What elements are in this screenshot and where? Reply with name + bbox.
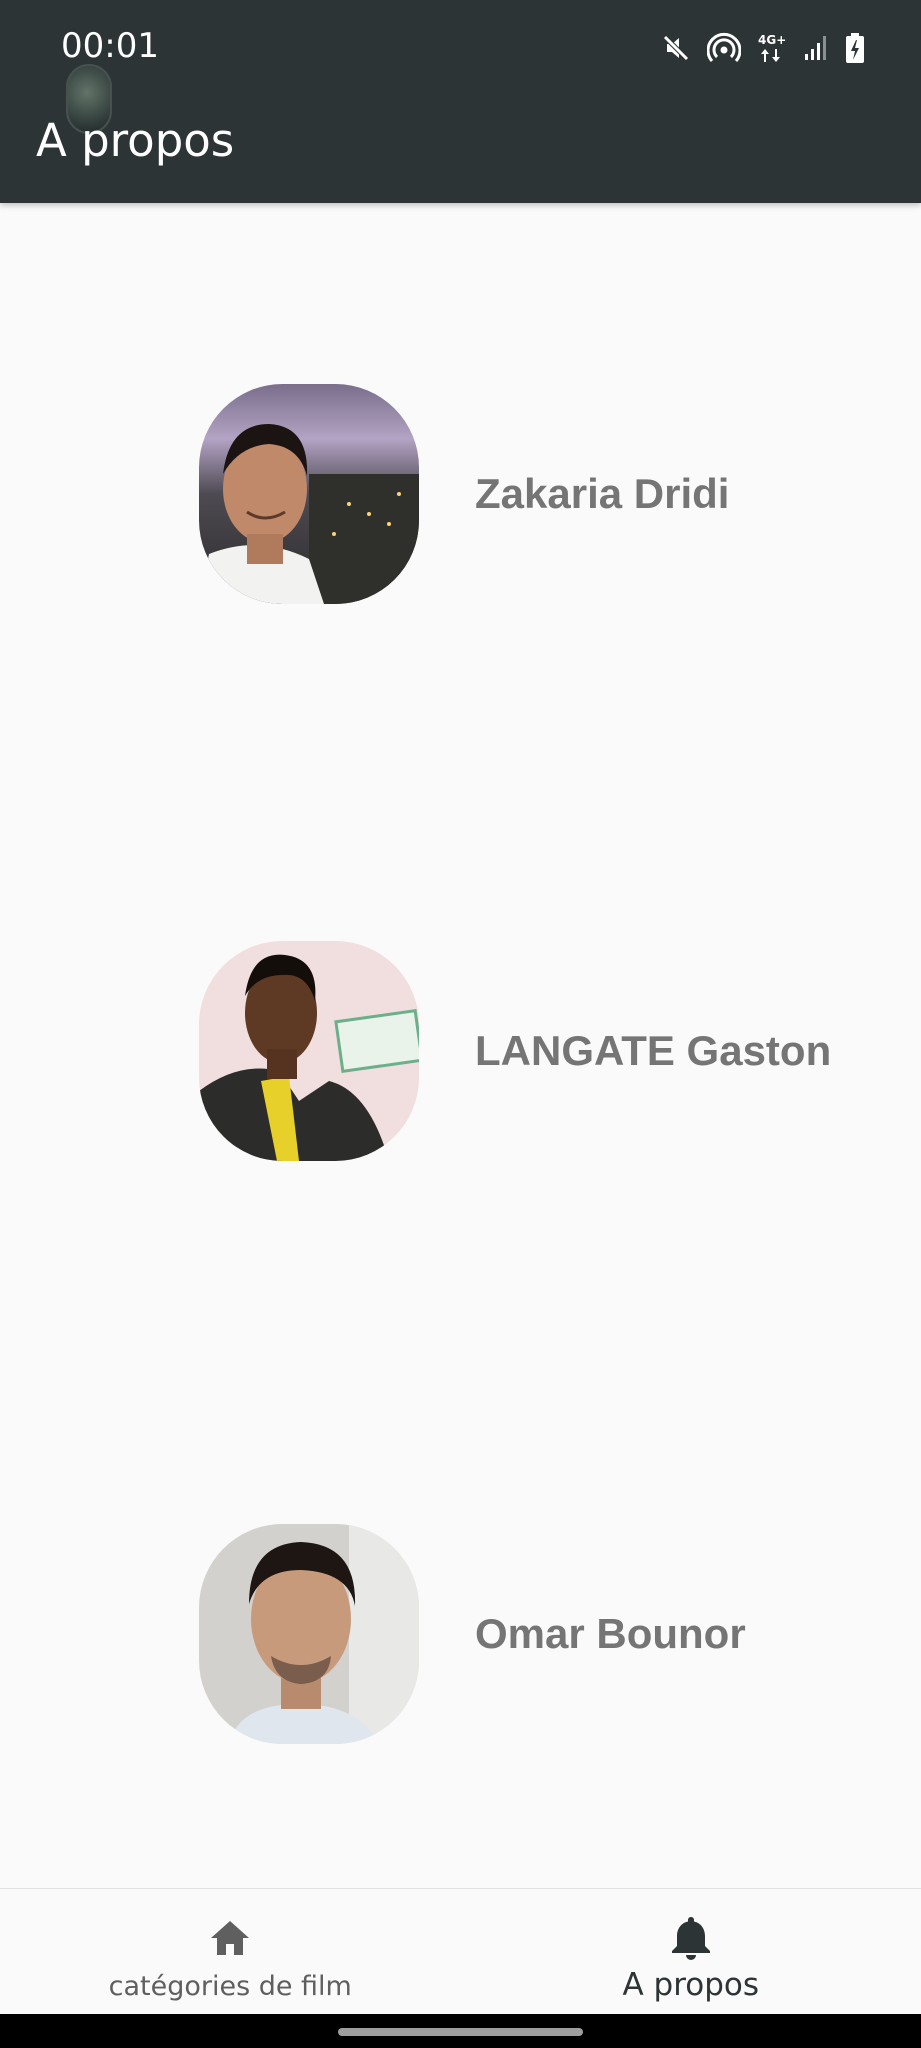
avatar bbox=[199, 1524, 419, 1744]
nav-label: catégories de film bbox=[108, 1971, 352, 2002]
avatar bbox=[199, 384, 419, 604]
member-row: Omar Bounor bbox=[199, 1524, 899, 1744]
system-navigation-bar bbox=[0, 2014, 921, 2048]
hotspot-icon bbox=[707, 31, 741, 65]
app-bar: 00:01 4G+ A propos bbox=[0, 0, 921, 203]
member-row: LANGATE Gaston bbox=[199, 941, 899, 1161]
member-name: Omar Bounor bbox=[475, 1610, 746, 1657]
bottom-navigation: catégories de film A propos bbox=[0, 1888, 921, 2014]
network-type-label: 4G+ bbox=[758, 33, 786, 47]
nav-label: A propos bbox=[622, 1967, 760, 2003]
nav-item-film-categories[interactable]: catégories de film bbox=[0, 1889, 461, 2014]
bell-icon bbox=[671, 1917, 710, 1960]
gesture-handle[interactable] bbox=[338, 2028, 583, 2036]
status-icons: 4G+ bbox=[661, 28, 865, 68]
avatar bbox=[199, 941, 419, 1161]
nav-item-about[interactable]: A propos bbox=[461, 1889, 921, 2014]
member-row: Zakaria Dridi bbox=[199, 384, 899, 604]
mute-icon bbox=[661, 33, 691, 63]
member-name: LANGATE Gaston bbox=[475, 1027, 832, 1074]
signal-icon bbox=[803, 34, 829, 62]
home-icon bbox=[211, 1921, 250, 1955]
about-screen: 00:01 4G+ A propos Zakaria Dridi LANGATE… bbox=[0, 0, 921, 2048]
status-time: 00:01 bbox=[61, 26, 159, 66]
battery-icon bbox=[845, 32, 865, 64]
page-title: A propos bbox=[36, 114, 235, 167]
member-name: Zakaria Dridi bbox=[475, 470, 730, 517]
mobile-data-icon: 4G+ bbox=[757, 31, 787, 65]
